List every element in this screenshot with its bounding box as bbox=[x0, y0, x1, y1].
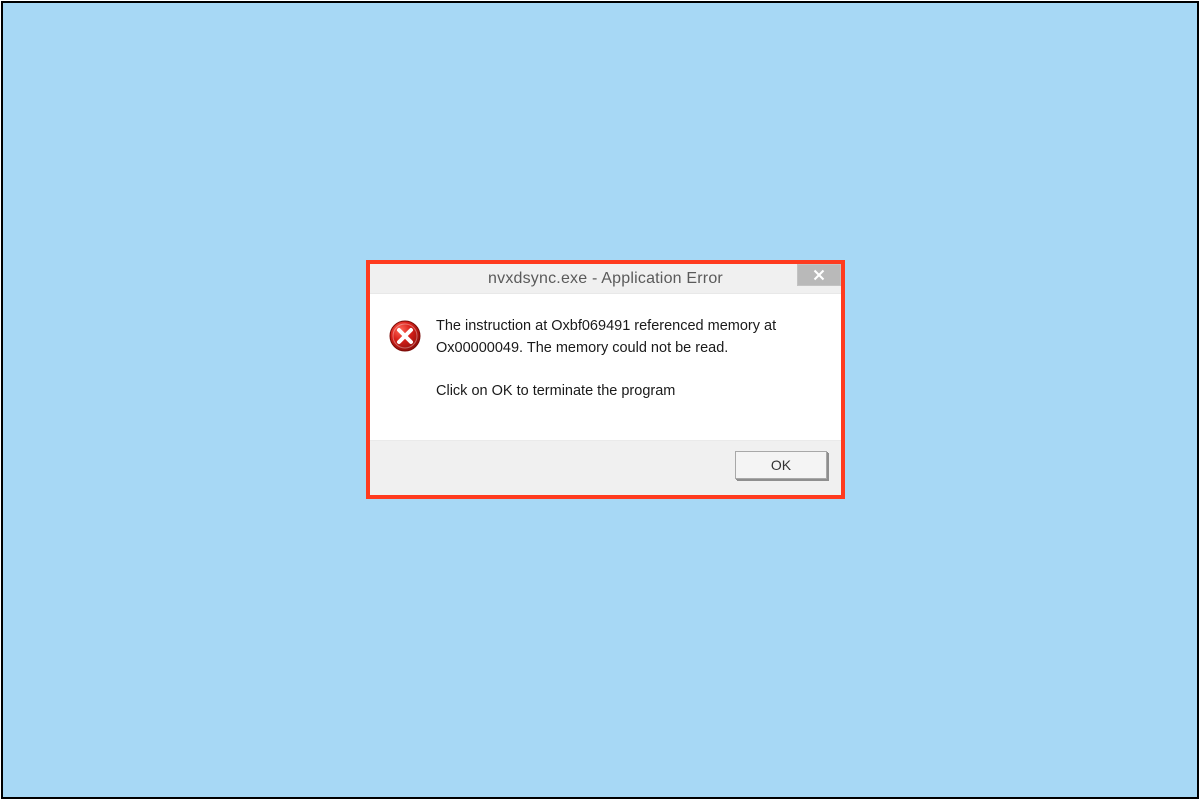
dialog-message-line2: Ox00000049. The memory could not be read… bbox=[436, 339, 823, 359]
dialog-body: The instruction at Oxbf069491 referenced… bbox=[370, 294, 841, 440]
error-icon bbox=[388, 319, 422, 353]
dialog-actions: OK bbox=[370, 440, 841, 495]
ok-button[interactable]: OK bbox=[735, 451, 827, 479]
dialog-title: nvxdsync.exe - Application Error bbox=[370, 270, 841, 288]
dialog-titlebar[interactable]: nvxdsync.exe - Application Error bbox=[370, 264, 841, 294]
dialog-message-sub: Click on OK to terminate the program bbox=[436, 382, 823, 402]
close-icon bbox=[813, 269, 825, 281]
close-button[interactable] bbox=[797, 264, 841, 286]
desktop-backdrop: nvxdsync.exe - Application Error bbox=[1, 1, 1199, 799]
error-dialog: nvxdsync.exe - Application Error bbox=[366, 260, 845, 499]
dialog-message-line1: The instruction at Oxbf069491 referenced… bbox=[436, 317, 823, 337]
dialog-message: The instruction at Oxbf069491 referenced… bbox=[436, 317, 823, 402]
